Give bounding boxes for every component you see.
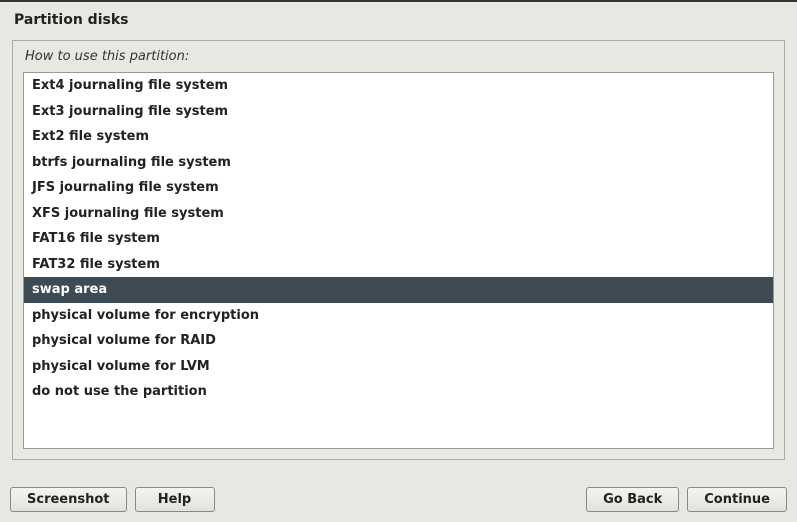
list-item[interactable]: Ext3 journaling file system — [24, 99, 773, 125]
screenshot-button[interactable]: Screenshot — [10, 487, 127, 512]
prompt-label: How to use this partition: — [23, 49, 774, 64]
list-item[interactable]: physical volume for RAID — [24, 328, 773, 354]
list-item[interactable]: do not use the partition — [24, 379, 773, 405]
help-button[interactable]: Help — [135, 487, 215, 512]
list-item[interactable]: FAT16 file system — [24, 226, 773, 252]
button-bar: Screenshot Help Go Back Continue — [10, 487, 787, 512]
list-item[interactable]: XFS journaling file system — [24, 201, 773, 227]
list-item[interactable]: JFS journaling file system — [24, 175, 773, 201]
list-item[interactable]: Ext2 file system — [24, 124, 773, 150]
page-title: Partition disks — [0, 2, 797, 34]
list-item[interactable]: Ext4 journaling file system — [24, 73, 773, 99]
go-back-button[interactable]: Go Back — [586, 487, 679, 512]
list-item[interactable]: physical volume for encryption — [24, 303, 773, 329]
partition-usage-panel: How to use this partition: Ext4 journali… — [12, 40, 785, 460]
list-item[interactable]: physical volume for LVM — [24, 354, 773, 380]
continue-button[interactable]: Continue — [687, 487, 787, 512]
partition-usage-listbox[interactable]: Ext4 journaling file systemExt3 journali… — [23, 72, 774, 449]
list-item[interactable]: btrfs journaling file system — [24, 150, 773, 176]
list-item[interactable]: swap area — [24, 277, 773, 303]
installer-window: Partition disks How to use this partitio… — [0, 0, 797, 522]
list-item[interactable]: FAT32 file system — [24, 252, 773, 278]
